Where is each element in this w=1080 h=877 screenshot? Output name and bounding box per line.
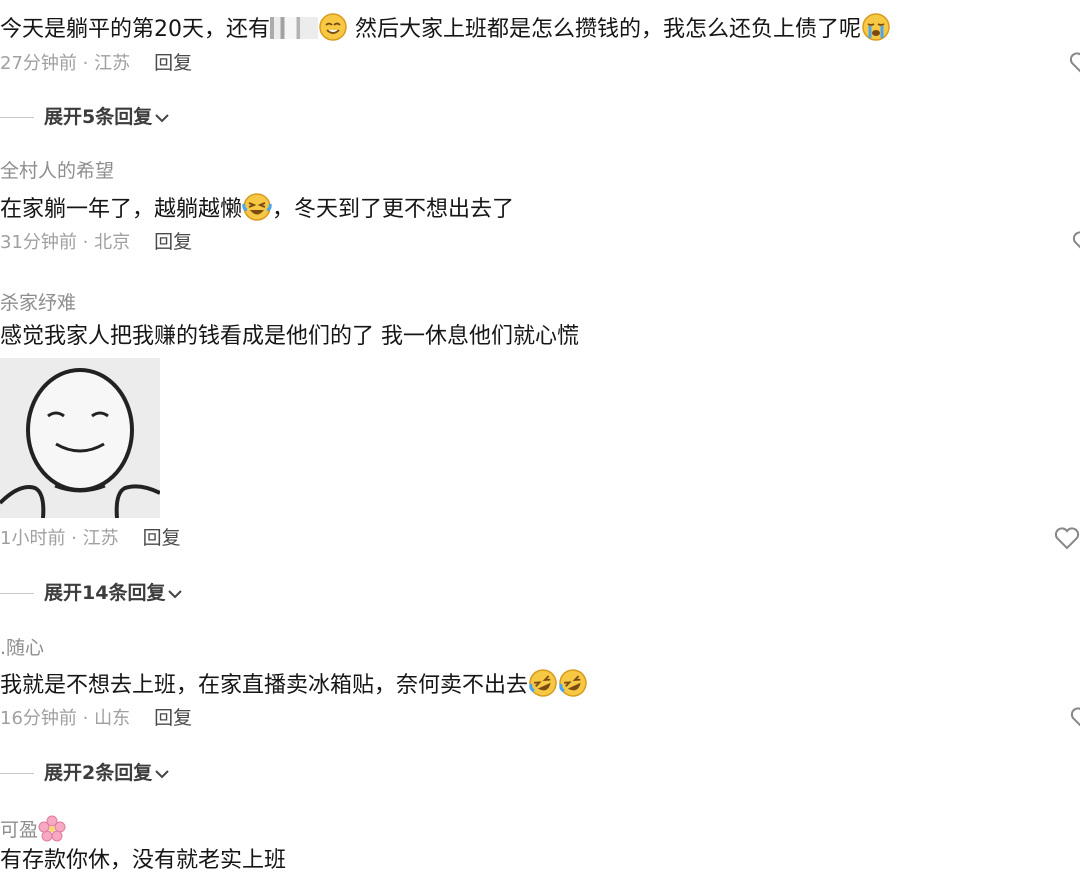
comment-meta: 27分钟前 · 江苏 回复 xyxy=(0,51,192,76)
reply-button[interactable]: 回复 xyxy=(154,231,192,253)
comment-username-row: 可盈 xyxy=(0,815,66,843)
comment-username[interactable]: 杀家纾难 xyxy=(0,290,76,316)
divider xyxy=(0,117,34,118)
comment-text: 我就是不想去上班，在家直播卖冰箱贴，奈何卖不出去 xyxy=(0,668,588,701)
comment-meta: 16分钟前 · 山东 回复 xyxy=(0,706,192,731)
expand-replies-button[interactable]: 展开14条回复 xyxy=(44,581,183,605)
heart-icon[interactable] xyxy=(1054,525,1080,551)
expand-replies-button[interactable]: 展开5条回复 xyxy=(44,105,170,129)
comment-time: 16分钟前 · 山东 xyxy=(0,708,131,729)
heart-icon[interactable] xyxy=(1069,50,1080,76)
meme-sticker-image[interactable] xyxy=(0,358,160,518)
rofl-emoji-icon xyxy=(529,669,557,697)
crying-emoji-icon xyxy=(862,13,890,41)
comment-text: 有存款你休，没有就老实上班 xyxy=(0,848,287,873)
divider xyxy=(0,593,34,594)
comment-time: 31分钟前 · 北京 xyxy=(0,232,131,253)
smile-emoji-icon xyxy=(319,13,347,41)
divider xyxy=(0,773,34,774)
comment-username[interactable]: 可盈 xyxy=(0,819,38,841)
cherry-blossom-emoji-icon xyxy=(38,815,66,842)
reply-button[interactable]: 回复 xyxy=(154,52,192,74)
redacted-text xyxy=(270,17,318,39)
comment-text: 感觉我家人把我赚的钱看成是他们的了 我一休息他们就心慌 xyxy=(0,324,579,349)
reply-button[interactable]: 回复 xyxy=(154,707,192,729)
chevron-down-icon xyxy=(168,589,183,598)
chevron-down-icon xyxy=(155,113,169,122)
comment-text: 今天是躺平的第20天，还有 然后大家上班都是怎么攒钱的，我怎么还负上债了呢 xyxy=(0,12,891,45)
comment-meta: 1小时前 · 江苏 回复 xyxy=(0,526,181,551)
comment-meta: 31分钟前 · 北京 回复 xyxy=(0,230,192,255)
reply-button[interactable]: 回复 xyxy=(143,527,181,549)
chevron-down-icon xyxy=(155,769,169,778)
heart-icon[interactable] xyxy=(1070,705,1080,731)
expand-replies-button[interactable]: 展开2条回复 xyxy=(44,761,170,785)
heart-icon[interactable] xyxy=(1072,229,1080,255)
comment-time: 27分钟前 · 江苏 xyxy=(0,53,131,74)
laughing-tears-emoji-icon xyxy=(242,193,272,221)
comment-username[interactable]: 全村人的希望 xyxy=(0,158,114,184)
comment-username[interactable]: .随心 xyxy=(0,635,44,661)
rofl-emoji-icon xyxy=(559,669,587,697)
comment-time: 1小时前 · 江苏 xyxy=(0,528,119,549)
comment-text: 在家躺一年了，越躺越懒 ，冬天到了更不想出去了 xyxy=(0,192,514,225)
